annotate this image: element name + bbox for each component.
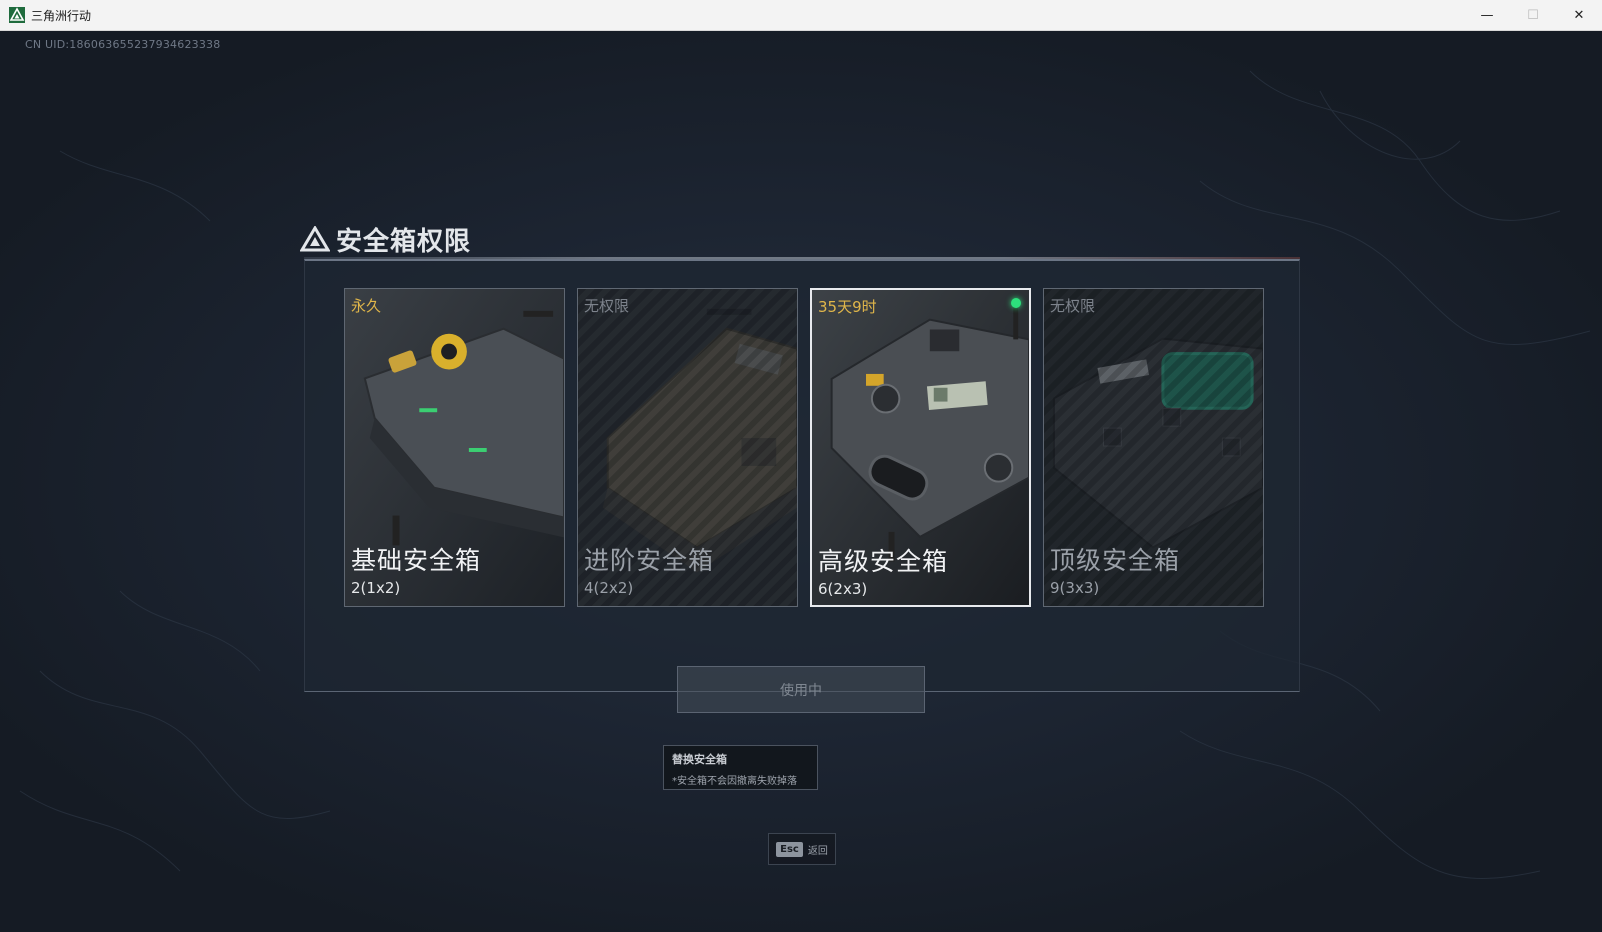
back-button[interactable]: Esc 返回 bbox=[768, 833, 836, 865]
minimize-icon: — bbox=[1480, 7, 1494, 23]
card-capacity: 6(2x3) bbox=[818, 580, 868, 598]
safe-box-card-top[interactable]: 无权限 顶级安全箱 9(3x3) bbox=[1043, 288, 1264, 607]
game-viewport: CN UID:186063655237934623338 安全箱权限 永久 基础… bbox=[0, 31, 1602, 932]
window-title: 三角洲行动 bbox=[31, 8, 92, 23]
panel-title: 安全箱权限 bbox=[336, 226, 472, 257]
card-status-text: 无权限 bbox=[584, 297, 630, 315]
esc-key-icon: Esc bbox=[776, 841, 803, 857]
info-note: *安全箱不会因撤离失败掉落 bbox=[672, 776, 797, 787]
safe-box-card-advanced[interactable]: 无权限 进阶安全箱 4(2x2) bbox=[577, 288, 798, 607]
close-button[interactable]: ✕ bbox=[1556, 0, 1602, 30]
safe-box-card-basic[interactable]: 永久 基础安全箱 2(1x2) bbox=[344, 288, 565, 607]
card-status-text: 无权限 bbox=[1050, 297, 1096, 315]
panel-header: 安全箱权限 bbox=[300, 219, 471, 259]
safe-box-card-senior[interactable]: 35天9时 高级安全箱 6(2x3) bbox=[810, 288, 1031, 607]
card-name: 基础安全箱 bbox=[351, 546, 482, 575]
minimize-button[interactable]: — bbox=[1464, 0, 1510, 30]
card-name: 高级安全箱 bbox=[818, 547, 949, 576]
user-uid: CN UID:186063655237934623338 bbox=[25, 38, 221, 51]
delta-emblem-icon bbox=[300, 226, 330, 252]
card-capacity: 9(3x3) bbox=[1050, 579, 1100, 597]
delta-logo-icon bbox=[9, 7, 25, 23]
maximize-icon: ☐ bbox=[1527, 7, 1539, 23]
window-titlebar: 三角洲行动 — ☐ ✕ bbox=[0, 0, 1602, 31]
card-name: 顶级安全箱 bbox=[1050, 546, 1181, 575]
back-label: 返回 bbox=[807, 845, 828, 857]
card-status-text: 永久 bbox=[351, 297, 382, 315]
maximize-button[interactable]: ☐ bbox=[1510, 0, 1556, 30]
replace-safe-box-info: 替换安全箱 *安全箱不会因撤离失败掉落 bbox=[663, 745, 818, 790]
in-use-button[interactable]: 使用中 bbox=[677, 666, 925, 713]
close-icon: ✕ bbox=[1573, 7, 1585, 23]
card-capacity: 4(2x2) bbox=[584, 579, 634, 597]
card-status-text: 35天9时 bbox=[818, 298, 877, 316]
info-title: 替换安全箱 bbox=[672, 753, 727, 766]
card-capacity: 2(1x2) bbox=[351, 579, 401, 597]
active-indicator-icon bbox=[1011, 298, 1021, 308]
card-name: 进阶安全箱 bbox=[584, 546, 715, 575]
